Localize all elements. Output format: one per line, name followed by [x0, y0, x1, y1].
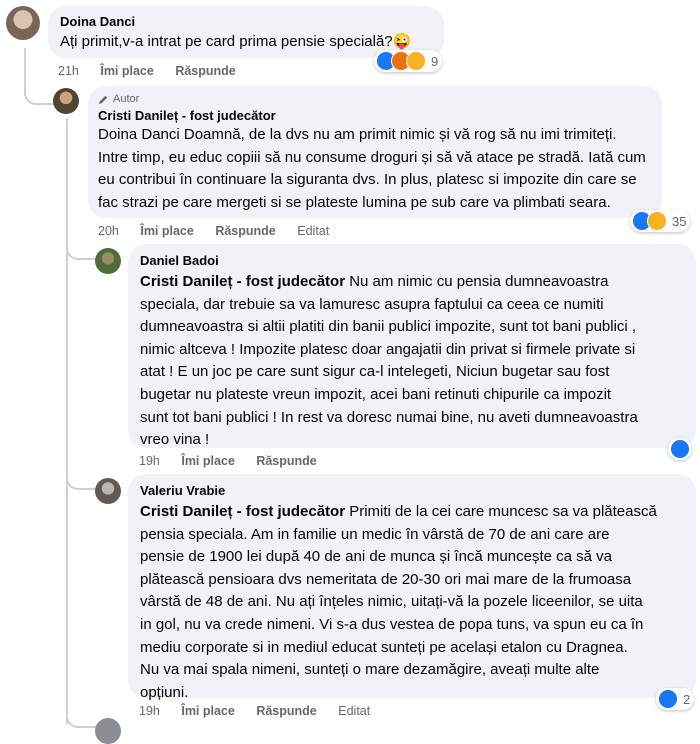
avatar[interactable] — [53, 88, 79, 114]
reply-button[interactable]: Răspunde — [256, 454, 316, 468]
like-button[interactable]: Îmi place — [181, 704, 235, 718]
like-button[interactable]: Îmi place — [181, 454, 235, 468]
comment-line: mediu corporate si in mediul educat sunt… — [140, 638, 628, 656]
reaction-summary[interactable]: 9 — [374, 50, 443, 72]
comment-line: Primiti de la cei care muncesc sa va plă… — [349, 503, 657, 520]
thread-line-main — [24, 48, 56, 105]
comment-line: Nu va mai spala nimeni, sunteți o mare d… — [140, 661, 600, 679]
mention-tag[interactable]: Cristi Danileț - fost judecător — [140, 273, 345, 290]
comment-time[interactable]: 19h — [139, 454, 160, 468]
comment-line: plătească pensioara dvs nemeritata de 20… — [140, 570, 632, 588]
thread-line-author — [66, 118, 68, 724]
comment-bubble: Autor Cristi Danileț - fost judecător Do… — [88, 86, 662, 218]
reaction-count: 35 — [672, 213, 687, 229]
comment-line: Nu am nimic cu pensia dumneavoastra — [349, 273, 609, 290]
reaction-count: 2 — [683, 691, 691, 707]
mention-tag[interactable]: Cristi Danileț - fost judecător — [140, 503, 345, 520]
reply-button[interactable]: Răspunde — [215, 224, 275, 238]
reply-button[interactable]: Răspunde — [175, 64, 235, 78]
comment-line: pensia speciala. Am in familie un medic … — [140, 525, 610, 543]
edited-label: Editat — [338, 704, 371, 718]
like-button[interactable]: Îmi place — [140, 224, 194, 238]
comment-line: vârstă de 48 de ani. Nu ați înțeles nimi… — [140, 593, 643, 611]
comment-line: eu contribui în continuare la siguranta … — [98, 171, 637, 189]
thread-line-reply-1 — [66, 230, 96, 260]
avatar[interactable] — [95, 478, 121, 504]
comment-text: Ați primit,v-a intrat pe card prima pens… — [60, 33, 412, 50]
reaction-summary[interactable]: 2 — [656, 688, 695, 710]
comment-line: nimic altceva ! Impozite platesc doar an… — [140, 340, 636, 358]
comment-line: atat ! E un joc pe care sunt sigur ca-l … — [140, 363, 610, 381]
comment-line: Intre timp, eu educ copiii să nu consume… — [98, 148, 646, 166]
avatar[interactable] — [6, 6, 40, 40]
reaction-count: 9 — [431, 53, 439, 69]
comment-time[interactable]: 20h — [98, 224, 119, 238]
comment-line: speciala, dar trebuie sa va lamuresc asu… — [140, 295, 604, 313]
author-badge: Autor — [98, 93, 652, 105]
commenter-name[interactable]: Daniel Badoi — [140, 253, 684, 268]
like-button[interactable]: Îmi place — [100, 64, 154, 78]
thread-line-reply-2 — [66, 460, 96, 490]
commenter-name[interactable]: Doina Danci — [60, 14, 432, 29]
avatar[interactable] — [95, 248, 121, 274]
comment-line: Doina Danci Doamnă, de la dvs nu am prim… — [98, 126, 617, 143]
comment-bubble: Valeriu Vrabie Cristi Danileț - fost jud… — [128, 474, 696, 701]
comment-line: in gol, nu va crede nimeni. Vi s-a dus v… — [140, 615, 644, 633]
comment-time[interactable]: 21h — [58, 64, 79, 78]
comment-line: pensie de 1900 lei după 40 de ani de mun… — [140, 548, 612, 566]
reaction-summary[interactable] — [668, 438, 692, 460]
reply-button[interactable]: Răspunde — [256, 704, 316, 718]
comment-line: fac strazi pe care mergeti si se platest… — [98, 193, 611, 211]
edited-label: Editat — [297, 224, 330, 238]
like-reaction-icon — [658, 689, 678, 709]
commenter-name[interactable]: Valeriu Vrabie — [140, 483, 684, 498]
haha-reaction-icon — [406, 51, 426, 71]
comment-line: bugetar nu plateste vreun impozit, acei … — [140, 385, 612, 403]
commenter-name[interactable]: Cristi Danileț - fost judecător — [98, 108, 652, 123]
comment-line: vreo vina ! — [140, 431, 210, 449]
like-reaction-icon — [670, 439, 690, 459]
reaction-summary[interactable]: 35 — [630, 210, 691, 232]
comment-line: dumneavoastra si altii platiti din banii… — [140, 318, 637, 336]
comment-bubble: Daniel Badoi Cristi Danileț - fost judec… — [128, 244, 696, 448]
comment-line: opțiuni. — [140, 683, 189, 701]
pencil-icon — [98, 95, 108, 104]
haha-reaction-icon — [647, 211, 667, 231]
avatar[interactable] — [95, 718, 121, 744]
comment-time[interactable]: 19h — [139, 704, 160, 718]
comment-line: sunt tot bani publici ! In rest va dores… — [140, 408, 638, 426]
